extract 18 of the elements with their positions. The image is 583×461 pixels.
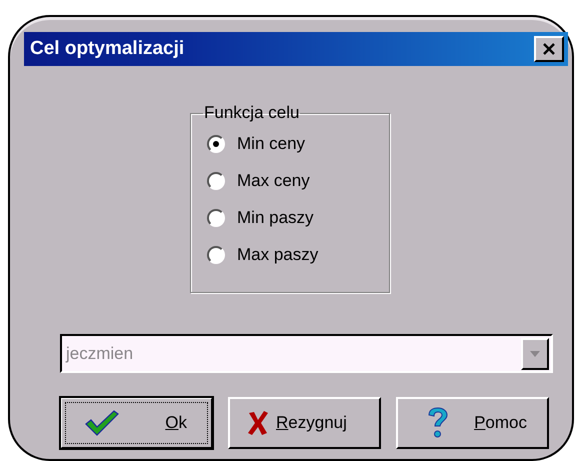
radio-label[interactable]: Max ceny: [237, 170, 310, 190]
window-title: Cel optymalizacji: [30, 38, 184, 60]
close-button[interactable]: [534, 36, 564, 62]
radio-button[interactable]: [207, 134, 225, 152]
ok-button[interactable]: Ok: [60, 397, 213, 449]
radio-label[interactable]: Min paszy: [237, 208, 314, 228]
radio-label[interactable]: Min ceny: [237, 134, 306, 154]
radio-button[interactable]: [207, 246, 225, 264]
close-icon: [542, 42, 556, 56]
check-icon: [84, 409, 120, 437]
radio-button[interactable]: [207, 172, 225, 190]
cross-icon: [246, 410, 270, 436]
radio-label[interactable]: Max paszy: [237, 244, 318, 264]
question-mark-icon: [426, 407, 448, 439]
help-button[interactable]: Pomoc: [396, 397, 549, 449]
radio-button[interactable]: [207, 208, 225, 226]
cancel-button[interactable]: Rezygnuj: [228, 397, 381, 449]
group-label: Funkcja celu: [203, 103, 300, 123]
